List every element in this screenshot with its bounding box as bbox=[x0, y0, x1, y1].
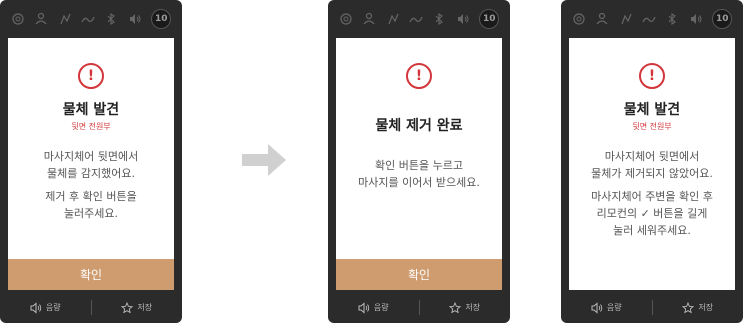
volume-button[interactable]: 음량 bbox=[0, 292, 91, 323]
dialog-message: 마사지체어 뒷면에서 물체를 감지했어요. bbox=[43, 150, 139, 180]
bluetooth-icon bbox=[665, 12, 679, 26]
dialog-instruction: 마사지체어 주변을 확인 후 리모컨의 ✓ 버튼을 길게 눌러 세워주세요. bbox=[591, 190, 713, 237]
dialog-title: 물체 제거 완료 bbox=[375, 118, 463, 134]
bottom-bar: 음량 저장 bbox=[0, 292, 182, 323]
dialog-message: 확인 버튼을 누르고 마사지를 이어서 받으세요. bbox=[358, 159, 480, 189]
settings-icon bbox=[339, 12, 353, 26]
save-label: 저장 bbox=[698, 303, 714, 312]
device-screen-2: 10 ! 물체 제거 완료 확인 버튼을 누르고 마사지를 이어서 받으세요. … bbox=[328, 0, 510, 323]
dialog-title: 물체 발견 bbox=[62, 102, 120, 118]
alert-card: ! 물체 발견 뒷면 전원부 마사지체어 뒷면에서 물체가 제거되지 않았어요.… bbox=[569, 38, 735, 290]
device-screen-1: 10 ! 물체 발견 뒷면 전원부 마사지체어 뒷면에서 물체를 감지했어요. … bbox=[0, 0, 182, 323]
dialog-subtitle: 뒷면 전원부 bbox=[71, 122, 111, 131]
bluetooth-icon bbox=[104, 12, 118, 26]
volume-icon bbox=[30, 301, 42, 314]
wave-icon bbox=[81, 12, 95, 26]
alert-card: ! 물체 제거 완료 확인 버튼을 누르고 마사지를 이어서 받으세요. 확인 bbox=[336, 38, 502, 290]
star-icon bbox=[121, 301, 134, 313]
dialog-title: 물체 발견 bbox=[623, 102, 681, 118]
save-button[interactable]: 저장 bbox=[653, 292, 744, 323]
leg-icon bbox=[619, 12, 633, 26]
speaker-icon bbox=[456, 12, 470, 26]
alert-icon: ! bbox=[78, 63, 104, 89]
speaker-icon bbox=[128, 12, 142, 26]
bluetooth-icon bbox=[432, 12, 446, 26]
alert-icon: ! bbox=[639, 63, 665, 89]
user-icon bbox=[34, 12, 48, 26]
volume-icon bbox=[591, 301, 603, 314]
arrow-right-icon bbox=[242, 144, 286, 176]
volume-icon bbox=[358, 301, 370, 314]
volume-label: 음량 bbox=[606, 303, 622, 312]
settings-icon bbox=[11, 12, 25, 26]
timer-badge: 10 bbox=[712, 9, 733, 29]
volume-label: 음량 bbox=[373, 303, 389, 312]
user-icon bbox=[362, 12, 376, 26]
star-icon bbox=[449, 301, 462, 313]
speaker-icon bbox=[689, 12, 703, 26]
save-button[interactable]: 저장 bbox=[92, 292, 183, 323]
save-button[interactable]: 저장 bbox=[420, 292, 511, 323]
alert-icon: ! bbox=[406, 63, 432, 89]
status-bar: 10 bbox=[561, 0, 743, 38]
volume-button[interactable]: 음량 bbox=[328, 292, 419, 323]
dialog-instruction: 제거 후 확인 버튼을 눌러주세요. bbox=[45, 190, 137, 220]
save-label: 저장 bbox=[137, 303, 153, 312]
confirm-button[interactable]: 확인 bbox=[336, 259, 502, 290]
dialog-message: 마사지체어 뒷면에서 물체가 제거되지 않았어요. bbox=[591, 150, 713, 180]
user-icon bbox=[595, 12, 609, 26]
device-screen-3: 10 ! 물체 발견 뒷면 전원부 마사지체어 뒷면에서 물체가 제거되지 않았… bbox=[561, 0, 743, 323]
settings-icon bbox=[572, 12, 586, 26]
star-icon bbox=[682, 301, 695, 313]
wave-icon bbox=[409, 12, 423, 26]
leg-icon bbox=[386, 12, 400, 26]
timer-badge: 10 bbox=[151, 9, 172, 29]
status-bar: 10 bbox=[0, 0, 182, 38]
volume-label: 음량 bbox=[45, 303, 61, 312]
dialog-subtitle: 뒷면 전원부 bbox=[632, 122, 672, 131]
confirm-button[interactable]: 확인 bbox=[8, 259, 174, 290]
status-bar: 10 bbox=[328, 0, 510, 38]
leg-icon bbox=[58, 12, 72, 26]
bottom-bar: 음량 저장 bbox=[328, 292, 510, 323]
volume-button[interactable]: 음량 bbox=[561, 292, 652, 323]
wave-icon bbox=[642, 12, 656, 26]
bottom-bar: 음량 저장 bbox=[561, 292, 743, 323]
save-label: 저장 bbox=[465, 303, 481, 312]
alert-card: ! 물체 발견 뒷면 전원부 마사지체어 뒷면에서 물체를 감지했어요. 제거 … bbox=[8, 38, 174, 290]
timer-badge: 10 bbox=[479, 9, 500, 29]
